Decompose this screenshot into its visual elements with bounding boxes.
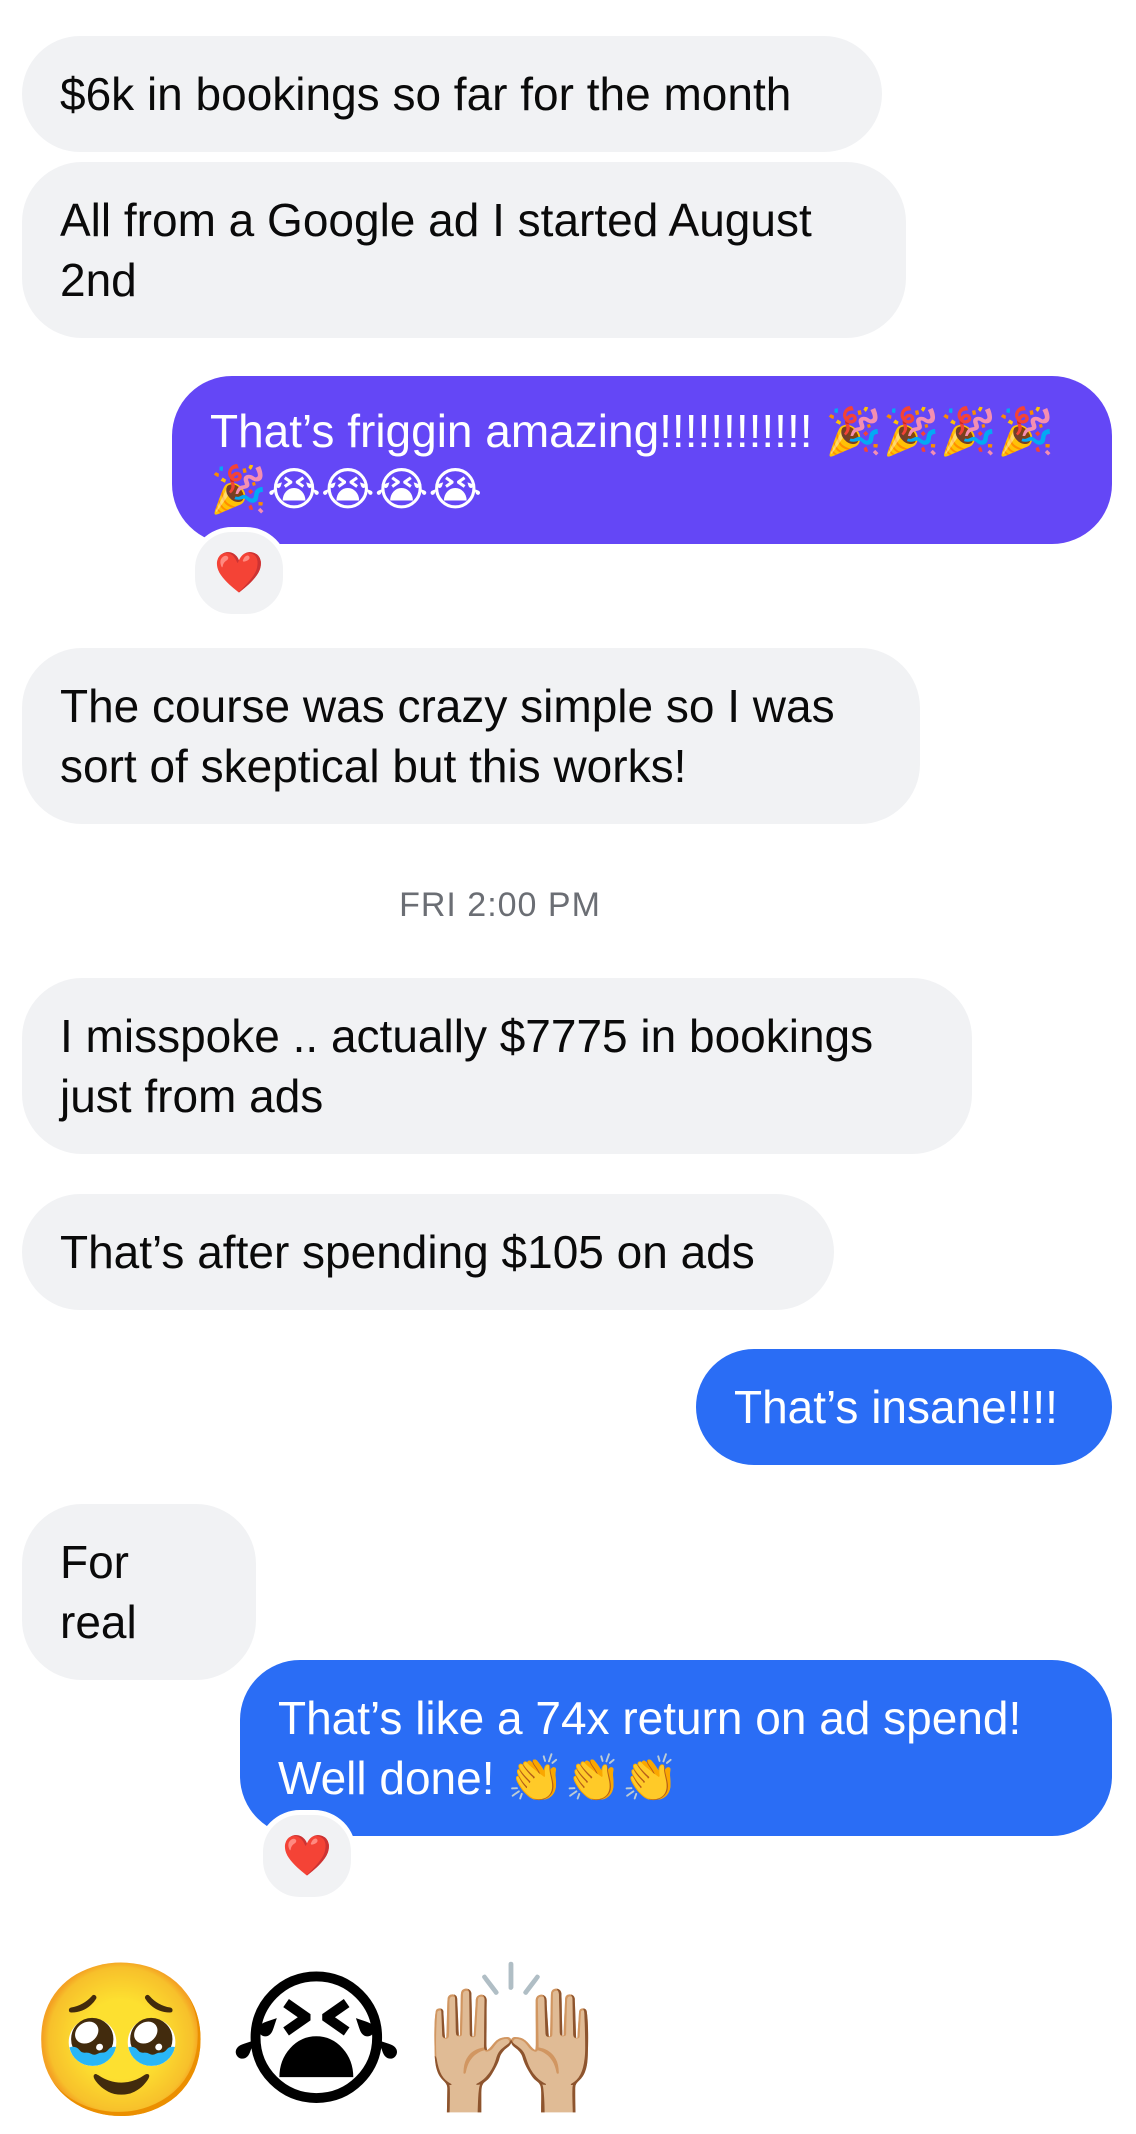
big-emoji-message[interactable]: 🥹😭🙌🏼 — [28, 1950, 619, 2130]
message-bubble[interactable]: $6k in bookings so far for the month — [22, 36, 882, 152]
heart-reaction-icon[interactable]: ❤️ — [258, 1810, 356, 1902]
message-bubble[interactable]: That’s insane!!!! — [696, 1349, 1112, 1465]
message-bubble[interactable]: I misspoke .. actually $7775 in bookings… — [22, 978, 972, 1154]
message-bubble[interactable]: For real — [22, 1504, 256, 1680]
message-bubble[interactable]: That’s like a 74x return on ad spend! We… — [240, 1660, 1112, 1836]
message-bubble[interactable]: The course was crazy simple so I was sor… — [22, 648, 920, 824]
message-bubble[interactable]: That’s after spending $105 on ads — [22, 1194, 834, 1310]
message-bubble[interactable]: That’s friggin amazing!!!!!!!!!!!! 🎉🎉🎉🎉🎉… — [172, 376, 1112, 544]
heart-reaction-icon[interactable]: ❤️ — [190, 527, 288, 619]
message-bubble[interactable]: All from a Google ad I started August 2n… — [22, 162, 906, 338]
timestamp: FRI 2:00 PM — [399, 886, 601, 924]
